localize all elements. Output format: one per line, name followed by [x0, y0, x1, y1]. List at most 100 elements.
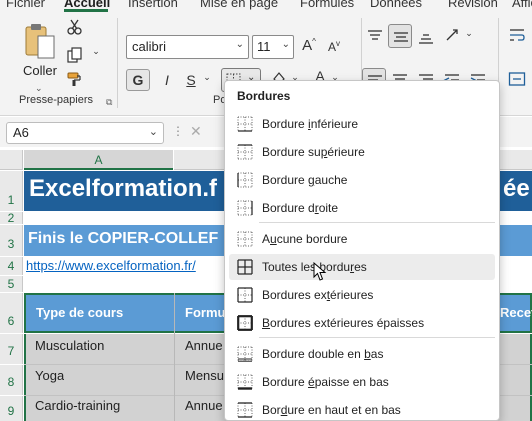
- menu-item-label: Bordures extérieures épaisses: [262, 316, 425, 330]
- menu-item-border-top[interactable]: Bordure supérieure: [229, 139, 495, 165]
- ribbon-tab-strip: Fichier Accueil Insertion Mise en page F…: [0, 0, 532, 12]
- menu-item-no-border[interactable]: Aucune bordure: [229, 226, 495, 252]
- thick-outside-borders-icon: [237, 315, 253, 331]
- tab-donnees[interactable]: Données: [370, 0, 422, 10]
- menu-item-label: Bordure double en bas: [262, 347, 384, 361]
- decrease-font-size-icon[interactable]: Av: [324, 39, 344, 54]
- copy-icon[interactable]: [66, 46, 84, 64]
- cancel-icon[interactable]: ✕: [190, 123, 202, 140]
- menu-item-label: Bordures extérieures: [262, 288, 374, 302]
- tab-affichage[interactable]: Affichage: [512, 0, 532, 10]
- chevron-down-icon[interactable]: ⌄: [236, 39, 244, 50]
- mouse-cursor-icon: [313, 262, 327, 281]
- merge-center-icon[interactable]: [508, 70, 526, 88]
- tab-mise-en-page[interactable]: Mise en page: [200, 0, 278, 10]
- select-all-corner[interactable]: [0, 150, 23, 170]
- gridline: [174, 293, 175, 421]
- font-size-box[interactable]: 11 ⌄: [252, 35, 294, 59]
- title-cell[interactable]: Excelformation.f: [29, 175, 217, 203]
- menu-item-all-borders[interactable]: Toutes les bordures: [229, 254, 495, 280]
- border-bottom-icon: [237, 116, 253, 132]
- table-header-formula[interactable]: Formu: [185, 305, 225, 320]
- row-header-9[interactable]: 9: [0, 396, 23, 421]
- chevron-down-icon[interactable]: ⌄: [282, 39, 290, 50]
- row-header-2[interactable]: 2: [0, 212, 23, 224]
- table-row[interactable]: Cardio-training: [35, 398, 120, 413]
- link-cell[interactable]: https://www.excelformation.fr/: [26, 258, 196, 273]
- menu-item-outside-borders[interactable]: Bordures extérieures: [229, 282, 495, 308]
- menu-item-thick-outside-borders[interactable]: Bordures extérieures épaisses: [229, 310, 495, 336]
- align-middle-button[interactable]: [388, 24, 412, 48]
- border-top-icon: [237, 144, 253, 160]
- border-right-icon: [237, 200, 253, 216]
- menu-item-border-bottom[interactable]: Bordure inférieure: [229, 111, 495, 137]
- align-middle-icon: [394, 32, 408, 42]
- wrap-text-icon[interactable]: [508, 26, 526, 44]
- double-bottom-border-icon: [237, 346, 253, 362]
- font-size-value: 11: [257, 39, 271, 54]
- clipboard-launcher-icon[interactable]: ⧉: [106, 97, 112, 108]
- row-header-8[interactable]: 8: [0, 365, 23, 395]
- row-header-3[interactable]: 3: [0, 225, 23, 256]
- chevron-down-icon[interactable]: ⌄: [35, 83, 43, 94]
- paste-button[interactable]: Coller ⌄: [18, 20, 62, 93]
- row-header-6[interactable]: 6: [0, 293, 23, 333]
- menu-item-label: Bordure droite: [262, 201, 339, 215]
- menu-item-label: Bordure supérieure: [262, 145, 365, 159]
- all-borders-icon: [237, 259, 253, 275]
- column-header-a[interactable]: A: [24, 150, 173, 170]
- orientation-icon[interactable]: [444, 26, 462, 44]
- thick-bottom-border-icon: [237, 374, 253, 390]
- menu-item-double-bottom-border[interactable]: Bordure double en bas: [229, 341, 495, 367]
- table-row[interactable]: Yoga: [35, 368, 64, 383]
- tab-fichier[interactable]: Fichier: [6, 0, 45, 10]
- menu-separator: [259, 337, 495, 338]
- subtitle-cell[interactable]: Finis le COPIER-COLLEF: [28, 230, 218, 248]
- tab-revision[interactable]: Révision: [448, 0, 498, 10]
- paste-label: Coller: [23, 63, 57, 78]
- menu-item-border-right[interactable]: Bordure droite: [229, 195, 495, 221]
- italic-button[interactable]: I: [157, 69, 177, 91]
- table-header-type[interactable]: Type de cours: [36, 305, 123, 320]
- orientation-chevron-icon[interactable]: ⌄: [464, 28, 474, 39]
- underline-button[interactable]: S: [181, 69, 201, 91]
- name-box[interactable]: A6 ⌄: [6, 122, 164, 144]
- border-left-icon: [237, 172, 253, 188]
- more-options-icon[interactable]: ⋮: [172, 124, 184, 138]
- font-name-value: calibri: [132, 39, 166, 54]
- menu-item-label: Bordure inférieure: [262, 117, 359, 131]
- menu-item-label: Aucune bordure: [262, 232, 348, 246]
- menu-item-label: Bordure en haut et en bas: [262, 403, 401, 417]
- copy-chevron-icon[interactable]: ⌄: [90, 46, 102, 57]
- paste-icon: [25, 24, 55, 59]
- menu-item-top-bottom-border[interactable]: Bordure en haut et en bas: [229, 397, 495, 420]
- menu-separator: [259, 222, 495, 223]
- name-box-value: A6: [13, 125, 29, 140]
- increase-font-size-icon[interactable]: A^: [299, 37, 319, 54]
- borders-menu-title: Bordures: [237, 89, 291, 103]
- menu-item-thick-bottom-border[interactable]: Bordure épaisse en bas: [229, 369, 495, 395]
- title-cell-tail: ée: [503, 175, 530, 202]
- align-bottom-icon[interactable]: [417, 28, 435, 46]
- menu-item-label: Bordure gauche: [262, 173, 348, 187]
- table-row[interactable]: Musculation: [35, 338, 104, 353]
- format-painter-icon[interactable]: [66, 70, 84, 88]
- underline-chevron-icon[interactable]: ⌄: [201, 72, 213, 83]
- menu-item-border-left[interactable]: Bordure gauche: [229, 167, 495, 193]
- align-top-icon[interactable]: [366, 28, 384, 46]
- table-row[interactable]: Annue: [185, 338, 223, 353]
- tab-insertion[interactable]: Insertion: [128, 0, 178, 10]
- row-header-5[interactable]: 5: [0, 276, 23, 292]
- chevron-down-icon[interactable]: ⌄: [149, 125, 158, 138]
- row-header-7[interactable]: 7: [0, 334, 23, 364]
- font-name-box[interactable]: calibri ⌄: [126, 35, 249, 59]
- tab-formules[interactable]: Formules: [300, 0, 354, 10]
- cut-icon[interactable]: [66, 18, 84, 36]
- borders-menu: Bordures Bordure inférieure Bordure supér…: [224, 80, 500, 421]
- row-header-1[interactable]: 1: [0, 171, 23, 211]
- table-row[interactable]: Annue: [185, 398, 223, 413]
- table-row[interactable]: Mensu: [185, 368, 224, 383]
- row-header-4[interactable]: 4: [0, 257, 23, 275]
- table-header-recettes[interactable]: Recet: [500, 305, 532, 320]
- bold-button[interactable]: G: [126, 69, 150, 91]
